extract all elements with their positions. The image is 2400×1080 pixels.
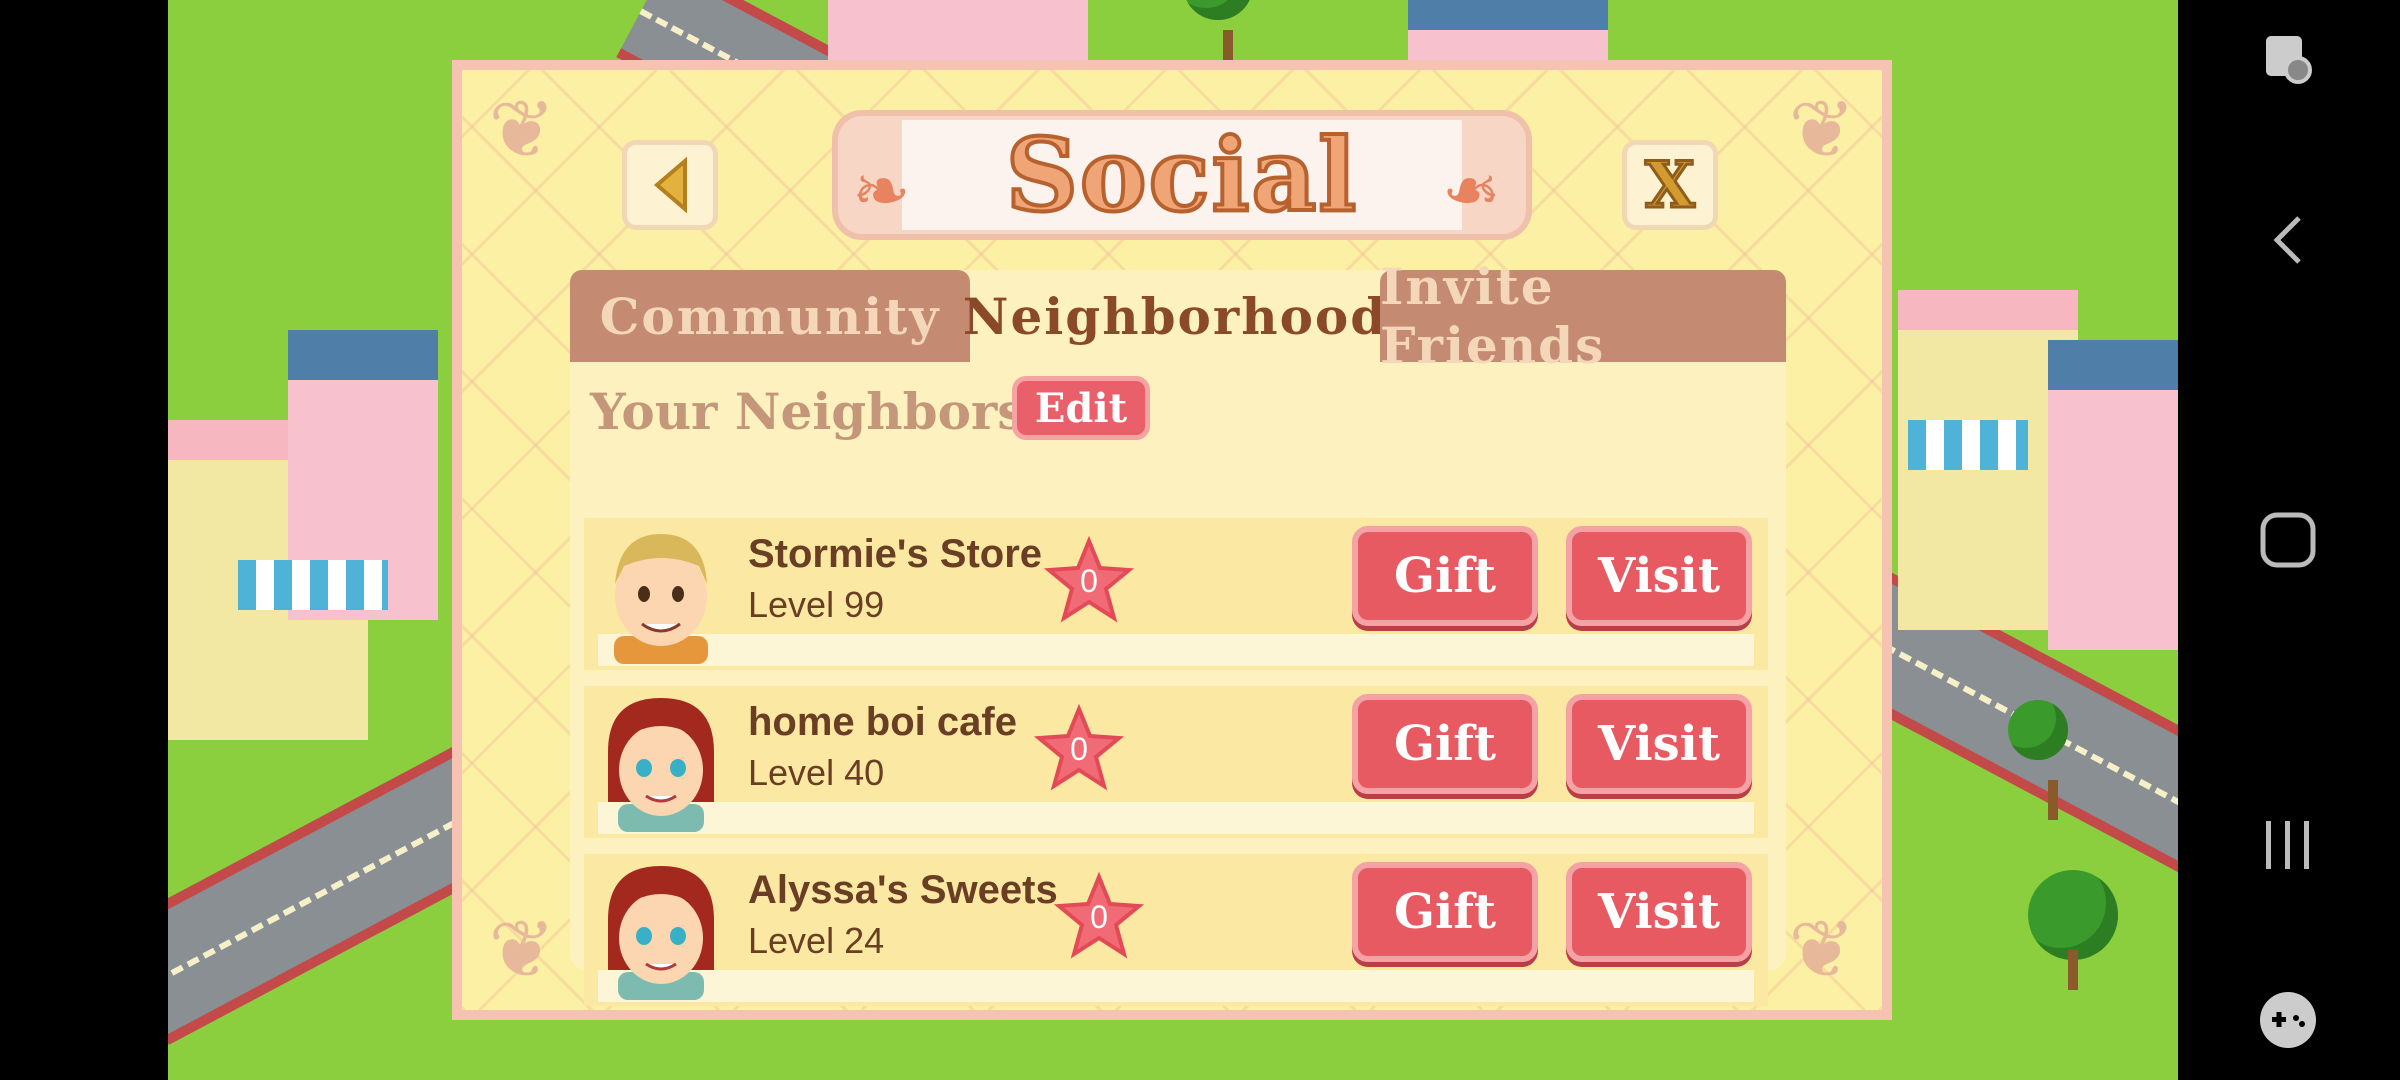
back-arrow-icon	[653, 156, 687, 214]
social-panel: Community Neighborhood Invite Friends Yo…	[570, 257, 1786, 1006]
back-arrow-icon[interactable]	[2248, 200, 2328, 280]
home-icon[interactable]	[2248, 500, 2328, 580]
corner-ornament: ❦	[488, 903, 556, 996]
back-button[interactable]	[622, 140, 718, 230]
neighbor-name: Stormie's Store	[748, 532, 1043, 576]
neighbor-row: Alyssa's Sweets Level 24 0 Gift Visit	[584, 854, 1768, 1006]
social-dialog: ❦ ❦ ❦ ❦ Social ❧ ❧ X Community Neighborh…	[452, 60, 1892, 1020]
recents-icon[interactable]	[2248, 805, 2328, 885]
dialog-title: Social	[1004, 114, 1359, 236]
star-count: 0	[1080, 562, 1098, 599]
storefront-awning	[1908, 420, 2028, 470]
game-tools-icon[interactable]	[2248, 980, 2328, 1060]
tab-invite-friends[interactable]: Invite Friends	[1380, 257, 1786, 375]
gift-button[interactable]: Gift	[1352, 526, 1538, 626]
tab-community[interactable]: Community	[570, 270, 970, 362]
visit-button[interactable]: Visit	[1566, 862, 1752, 962]
neighbor-name: home boi cafe	[748, 700, 1017, 744]
tree	[1183, 0, 1253, 70]
neighbor-name: Alyssa's Sweets	[748, 868, 1058, 912]
neighbor-level: Level 24	[748, 920, 885, 961]
star-count: 0	[1090, 898, 1108, 935]
corner-ornament: ❦	[488, 83, 556, 176]
neighbor-level: Level 99	[748, 584, 885, 625]
tree	[2008, 700, 2068, 820]
visit-button[interactable]: Visit	[1566, 526, 1752, 626]
storefront-awning	[238, 560, 388, 610]
building	[828, 0, 1088, 60]
star-badge: 0	[1033, 703, 1125, 794]
title-splash-left-icon: ❧	[852, 150, 911, 232]
title-banner: Social	[902, 114, 1462, 236]
corner-ornament: ❦	[1788, 83, 1856, 176]
row-bar	[598, 634, 1754, 666]
edit-button[interactable]: Edit	[1012, 376, 1150, 440]
section-heading: Your Neighbors	[590, 382, 1026, 441]
red-haired-woman-avatar-icon	[608, 866, 714, 1000]
close-button[interactable]: X	[1622, 140, 1718, 230]
visit-button[interactable]: Visit	[1566, 694, 1752, 794]
blonde-man-avatar-icon	[614, 534, 708, 664]
gift-button[interactable]: Gift	[1352, 694, 1538, 794]
neighbor-row: Stormie's Store Level 99 0 Gift Visit	[584, 518, 1768, 670]
star-count: 0	[1070, 730, 1088, 767]
star-badge: 0	[1053, 871, 1145, 962]
tab-neighborhood[interactable]: Neighborhood	[963, 270, 1385, 362]
screen-capture-icon[interactable]	[2248, 20, 2328, 100]
gift-button[interactable]: Gift	[1352, 862, 1538, 962]
neighbor-row: home boi cafe Level 40 0 Gift Visit	[584, 686, 1768, 838]
star-badge: 0	[1043, 535, 1135, 626]
row-bar	[598, 970, 1754, 1002]
neighbor-level: Level 40	[748, 752, 885, 793]
tree	[2028, 870, 2118, 990]
row-bar	[598, 802, 1754, 834]
title-splash-right-icon: ❧	[1442, 150, 1501, 232]
system-nav-bar	[2178, 0, 2400, 1080]
title-plate: Social	[832, 110, 1532, 240]
building	[2048, 340, 2178, 650]
red-haired-woman-avatar-icon	[608, 698, 714, 832]
